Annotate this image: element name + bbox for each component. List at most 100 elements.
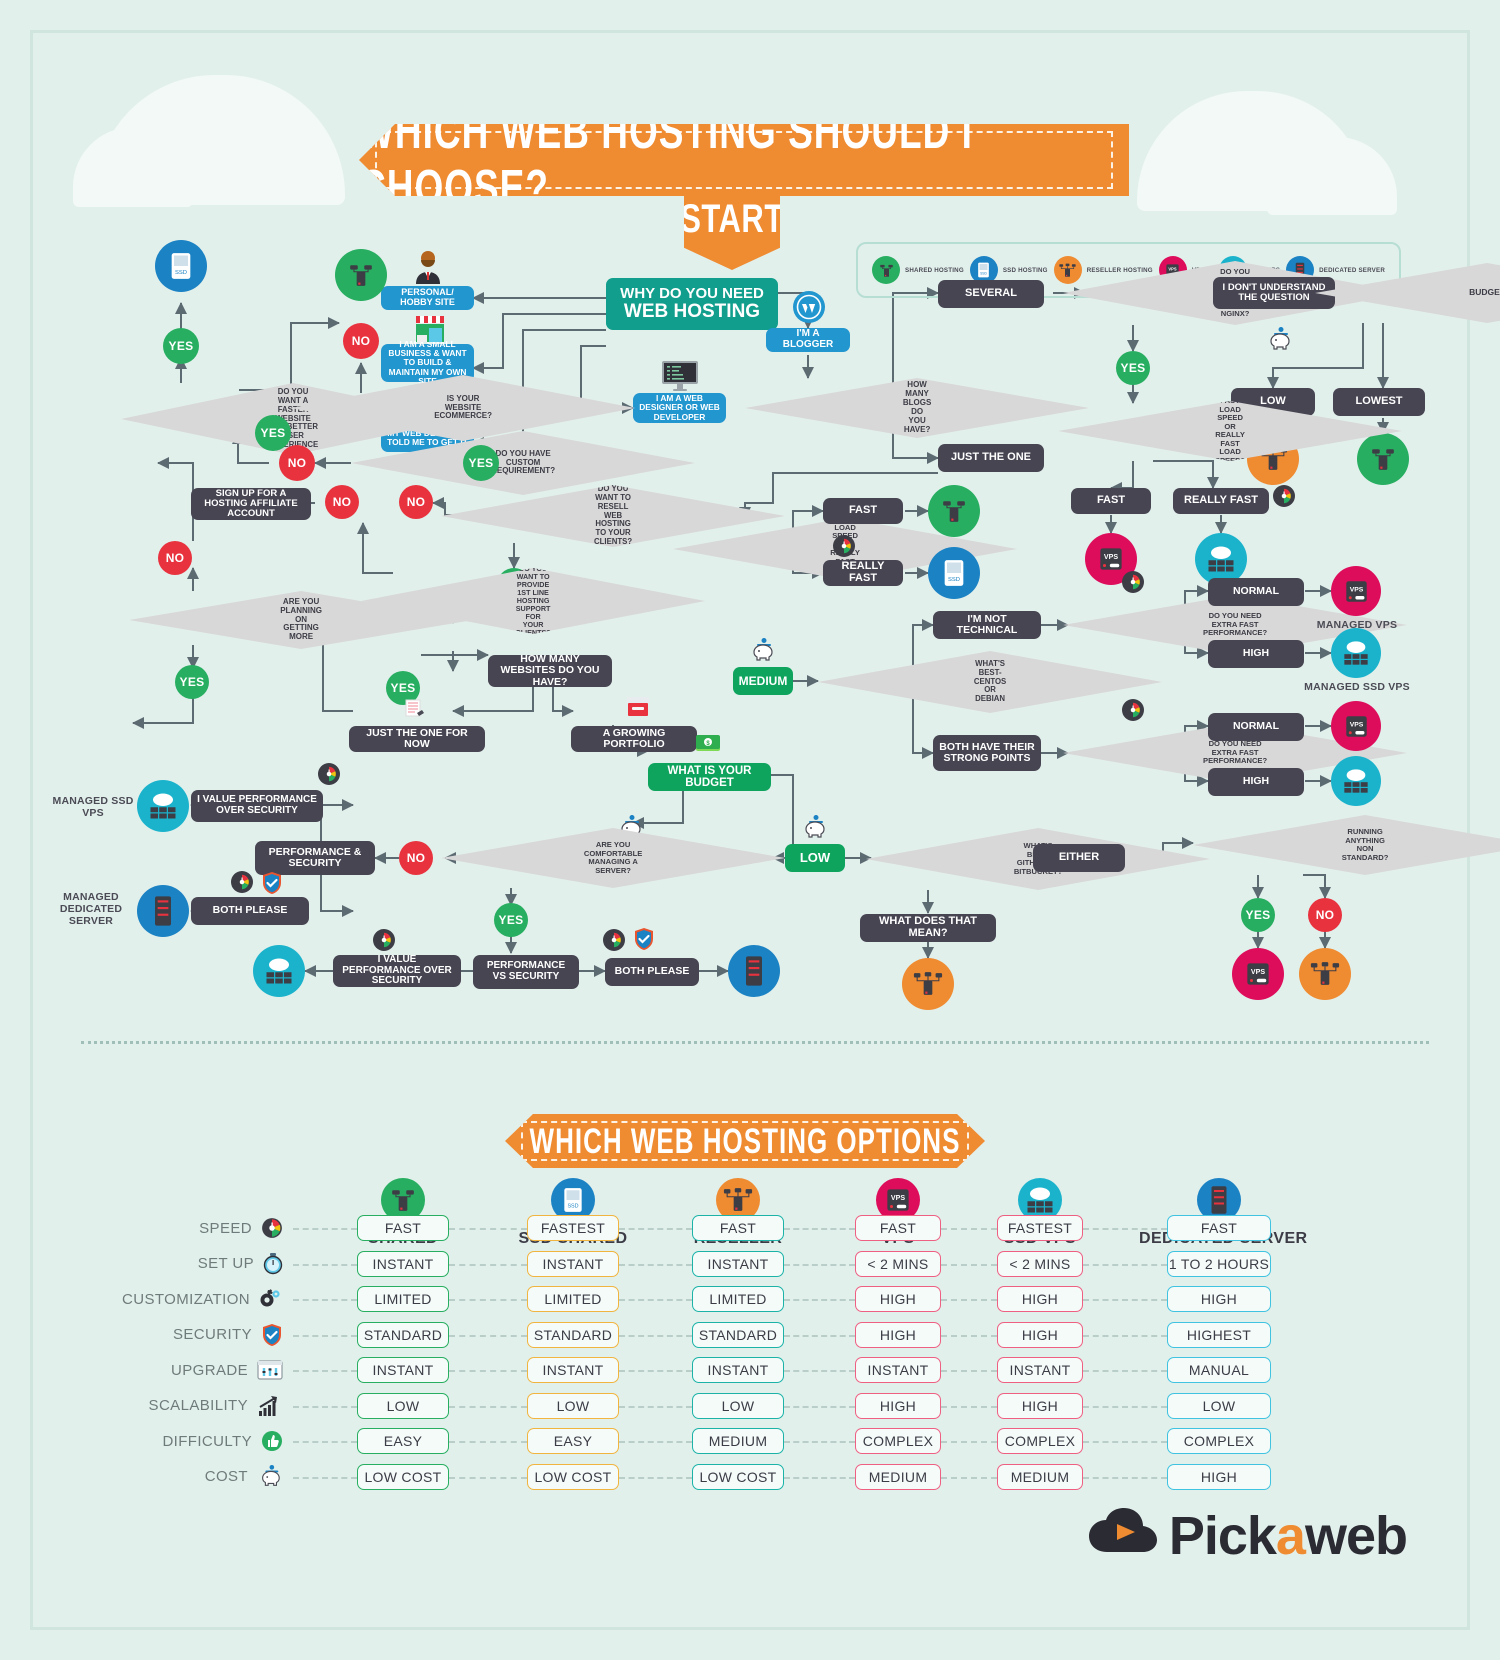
- legend-label: DEDICATED SERVER: [1319, 266, 1385, 274]
- outcome-ssd-vps-bottom: [253, 945, 305, 997]
- table-dash-connector: [449, 1405, 527, 1408]
- table-cell: INSTANT: [527, 1250, 619, 1277]
- decision-comfortable-server[interactable]: ARE YOU COMFORTABLE MANAGING A SERVER?: [441, 828, 786, 888]
- table-cell: FASTEST: [527, 1215, 619, 1241]
- outcome-vps-non-standard: VPS: [1232, 948, 1284, 1000]
- node-just-one-for-now[interactable]: JUST THE ONE FOR NOW: [349, 726, 485, 752]
- table-dash-connector: [1083, 1441, 1167, 1443]
- node-both-please-bottom[interactable]: BOTH PLEASE: [605, 958, 699, 986]
- decision-centos-debian[interactable]: WHAT'S BEST- CENTOS OR DEBIAN: [818, 651, 1163, 713]
- table-cell: MANUAL: [1167, 1357, 1271, 1383]
- speedometer-icon: [231, 871, 253, 893]
- table-cell: INSTANT: [997, 1357, 1083, 1383]
- table-cell: HIGH: [997, 1321, 1083, 1348]
- outcome-shared-hosting-blogs: [928, 485, 980, 537]
- table-row-label-text: SET UP: [197, 1255, 254, 1272]
- svg-text:VPS: VPS: [891, 1194, 905, 1202]
- outcome-reseller-git: [902, 958, 954, 1010]
- table-cell: COMPLEX: [997, 1428, 1083, 1454]
- node-fast-right[interactable]: FAST: [1071, 488, 1151, 514]
- node-performance-vs-security[interactable]: PERFORMANCE VS SECURITY: [473, 955, 579, 989]
- node-both-strong-points[interactable]: BOTH HAVE THEIR STRONG POINTS: [933, 735, 1041, 771]
- table-cell: HIGH: [855, 1321, 941, 1348]
- speedometer-icon: [1273, 485, 1295, 507]
- brand-part-1: Pick: [1168, 1506, 1277, 1566]
- piggy-bank-illustration-top: [1265, 327, 1293, 353]
- table-row-label-text: SPEED: [199, 1219, 252, 1237]
- node-signup-affiliate[interactable]: SIGN UP FOR A HOSTING AFFILIATE ACCOUNT: [191, 488, 311, 520]
- table-dash-connector: [619, 1228, 692, 1230]
- node-either[interactable]: EITHER: [1033, 844, 1125, 872]
- table-row-label-text: DIFFICULTY: [162, 1432, 252, 1450]
- node-lowest-budget[interactable]: LOWEST: [1333, 388, 1425, 416]
- decision-how-many-blogs[interactable]: HOW MANY BLOGS DO YOU HAVE?: [745, 378, 1090, 438]
- legend-label: SSD HOSTING: [1002, 266, 1048, 274]
- table-cell: HIGH: [1167, 1286, 1271, 1312]
- node-not-technical[interactable]: I'M NOT TECHNICAL: [933, 611, 1041, 639]
- node-low-budget-2[interactable]: LOW: [785, 844, 845, 872]
- decision-resell-hosting[interactable]: DO YOU WANT TO RESELL WEB HOSTING TO YOU…: [441, 485, 786, 547]
- svg-text:SSD: SSD: [567, 1204, 578, 1210]
- node-really-fast-left[interactable]: REALLY FAST: [823, 560, 903, 586]
- table-cell: FAST: [357, 1215, 449, 1241]
- table-cell: LIMITED: [357, 1286, 449, 1312]
- node-normal-2[interactable]: NORMAL: [1208, 713, 1304, 741]
- node-value-perf-over-sec-bottom[interactable]: I VALUE PERFORMANCE OVER SECURITY: [333, 954, 461, 987]
- table-dash-connector: [1083, 1405, 1167, 1408]
- node-root[interactable]: WHY DO YOU NEED WEB HOSTING: [606, 278, 778, 330]
- outcome-shared-hosting-lowest: [1357, 433, 1409, 485]
- outcome-managed-ssd-vps-2: [1331, 756, 1381, 806]
- table-cell: INSTANT: [855, 1357, 941, 1383]
- node-both-please-top[interactable]: BOTH PLEASE: [191, 897, 309, 925]
- node-normal-1[interactable]: NORMAL: [1208, 578, 1304, 606]
- start-label: START: [680, 195, 784, 242]
- node-web-designer-developer[interactable]: I AM A WEB DESIGNER OR WEB DEVELOPER: [633, 393, 726, 423]
- node-what-is-budget[interactable]: WHAT IS YOUR BUDGET: [648, 763, 771, 791]
- brand-name: Pickaweb: [1168, 1505, 1408, 1567]
- table-dash-connector: [784, 1299, 855, 1301]
- table-cell: LOW: [357, 1392, 449, 1419]
- node-high-2[interactable]: HIGH: [1208, 768, 1304, 796]
- table-cell: MEDIUM: [855, 1463, 941, 1490]
- infographic-frame: WHICH WEB HOSTING SHOULD I CHOOSE? START…: [30, 30, 1500, 1630]
- table-cell: INSTANT: [692, 1357, 784, 1383]
- no-pill-affiliate: NO: [325, 485, 359, 519]
- no-pill-resell: NO: [399, 485, 433, 519]
- no-pill-non-standard: NO: [1308, 898, 1342, 932]
- table-row-label: SET UP: [83, 1251, 283, 1277]
- gears-icon: [259, 1288, 283, 1310]
- table-dash-connector: [941, 1263, 997, 1266]
- node-several[interactable]: SEVERAL: [938, 280, 1044, 308]
- table-dash-connector: [941, 1476, 997, 1479]
- table-row-label-text: COST: [204, 1468, 248, 1485]
- stopwatch-icon: [263, 1252, 283, 1275]
- decision-non-standard[interactable]: RUNNING ANYTHING NON STANDARD?: [1193, 815, 1500, 875]
- table-dash-connector: [293, 1263, 357, 1266]
- node-performance-and-security[interactable]: PERFORMANCE & SECURITY: [255, 841, 375, 875]
- table-cell: LIMITED: [692, 1286, 784, 1312]
- node-how-many-websites[interactable]: HOW MANY WEBSITES DO YOU HAVE?: [488, 653, 612, 687]
- node-fast-left[interactable]: FAST: [823, 498, 903, 524]
- shield-check-icon: [261, 1323, 283, 1347]
- cloud-decoration-right: [1137, 91, 1397, 215]
- table-dash-connector: [1083, 1476, 1167, 1479]
- piggy-bank-illustration-medium: [748, 638, 776, 664]
- node-high-1[interactable]: HIGH: [1208, 640, 1304, 668]
- table-dash-connector: [784, 1476, 855, 1479]
- node-medium-budget[interactable]: MEDIUM: [733, 667, 793, 695]
- node-just-the-one[interactable]: JUST THE ONE: [938, 444, 1044, 472]
- node-personal-hobby[interactable]: PERSONAL/ HOBBY SITE: [381, 286, 474, 310]
- node-really-fast-right[interactable]: REALLY FAST: [1173, 488, 1269, 514]
- table-cell: 1 TO 2 HOURS: [1167, 1250, 1271, 1277]
- table-row-label: SPEED: [83, 1215, 283, 1241]
- pickaweb-cloud-icon: [1087, 1506, 1159, 1567]
- node-blogger[interactable]: I'M A BLOGGER: [766, 328, 850, 352]
- node-what-does-that-mean[interactable]: WHAT DOES THAT MEAN?: [860, 914, 996, 942]
- shop-illustration: [415, 315, 445, 343]
- node-value-perf-over-sec-top[interactable]: I VALUE PERFORMANCE OVER SECURITY: [191, 790, 323, 822]
- legend-label: SHARED HOSTING: [905, 266, 964, 274]
- yes-pill-non-standard: YES: [1241, 898, 1275, 932]
- node-growing-portfolio[interactable]: A GROWING PORTFOLIO: [571, 726, 697, 752]
- table-cell: HIGH: [997, 1286, 1083, 1312]
- table-dash-connector: [941, 1370, 997, 1372]
